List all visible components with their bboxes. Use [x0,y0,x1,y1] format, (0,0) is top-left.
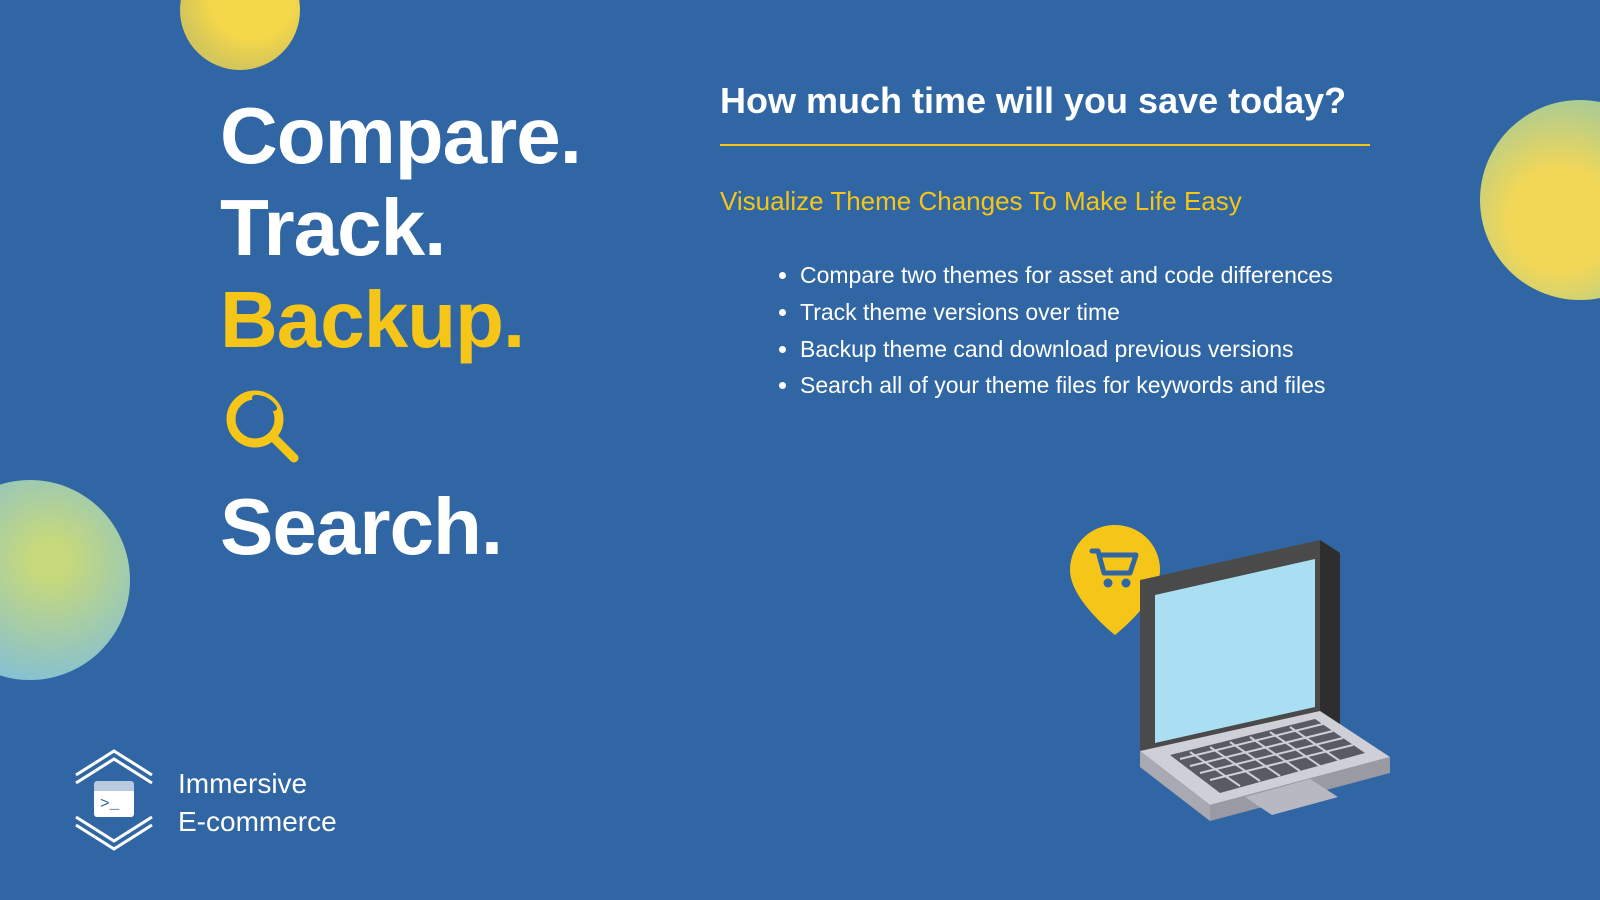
svg-text:>_: >_ [100,795,120,813]
feature-list: Compare two themes for asset and code di… [720,257,1440,404]
keyword-compare: Compare. [220,90,720,182]
feature-item: Search all of your theme files for keywo… [800,367,1440,404]
headline: How much time will you save today? [720,80,1440,122]
brand-line-2: E-commerce [178,803,337,841]
brand-text: Immersive E-commerce [178,765,337,841]
brand-line-1: Immersive [178,765,337,803]
brand-logo-icon: >_ [70,745,158,860]
right-column: How much time will you save today? Visua… [720,80,1440,404]
brand-block: >_ Immersive E-commerce [70,745,337,860]
decorative-circle-top [180,0,300,70]
feature-item: Compare two themes for asset and code di… [800,257,1440,294]
divider [720,144,1370,146]
feature-item: Backup theme cand download previous vers… [800,331,1440,368]
feature-item: Track theme versions over time [800,294,1440,331]
keyword-backup: Backup. [220,274,720,366]
keyword-track: Track. [220,182,720,274]
keyword-search: Search. [220,481,720,573]
search-icon [220,384,720,473]
decorative-circle-right [1480,100,1600,300]
laptop-illustration [1020,515,1400,880]
left-column: Compare. Track. Backup. Search. [220,90,720,573]
laptop-icon [1140,540,1390,821]
subheadline: Visualize Theme Changes To Make Life Eas… [720,186,1440,217]
decorative-circle-left [0,480,130,680]
